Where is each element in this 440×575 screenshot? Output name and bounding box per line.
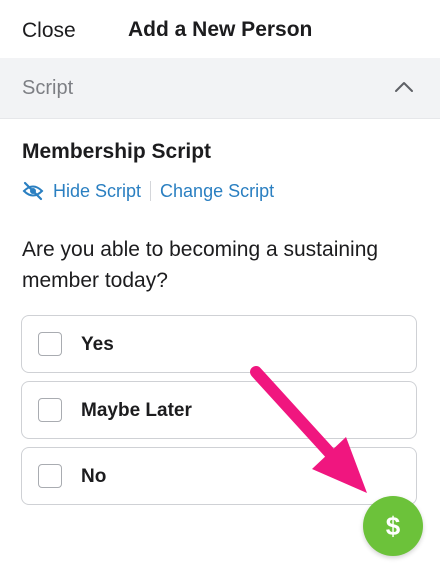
- add-person-screen: Close Add a New Person Script Membership…: [0, 0, 440, 575]
- dollar-icon: $: [385, 510, 401, 541]
- script-actions: Hide Script Change Script: [22, 179, 274, 203]
- section-label: Script: [22, 77, 74, 99]
- chevron-up-icon[interactable]: [394, 77, 414, 97]
- script-section-header[interactable]: Script: [0, 58, 440, 119]
- page-title: Add a New Person: [128, 18, 313, 41]
- option-label: Yes: [81, 334, 114, 355]
- option-maybe-later[interactable]: Maybe Later: [21, 381, 417, 439]
- close-button[interactable]: Close: [22, 19, 76, 43]
- eye-slash-icon[interactable]: [22, 181, 44, 201]
- link-divider: [150, 181, 152, 201]
- hide-script-link[interactable]: Hide Script: [53, 181, 141, 202]
- option-label: No: [81, 466, 107, 487]
- option-yes[interactable]: Yes: [21, 315, 417, 373]
- donate-button[interactable]: $: [363, 496, 423, 556]
- option-label: Maybe Later: [81, 400, 192, 421]
- checkbox[interactable]: [38, 332, 62, 356]
- checkbox[interactable]: [38, 464, 62, 488]
- script-question: Are you able to becoming a sustaining me…: [22, 238, 379, 292]
- option-no[interactable]: No: [21, 447, 417, 505]
- navigation-header: Close Add a New Person: [0, 0, 440, 58]
- checkbox[interactable]: [38, 398, 62, 422]
- change-script-link[interactable]: Change Script: [160, 181, 274, 202]
- script-heading: Membership Script: [22, 140, 212, 163]
